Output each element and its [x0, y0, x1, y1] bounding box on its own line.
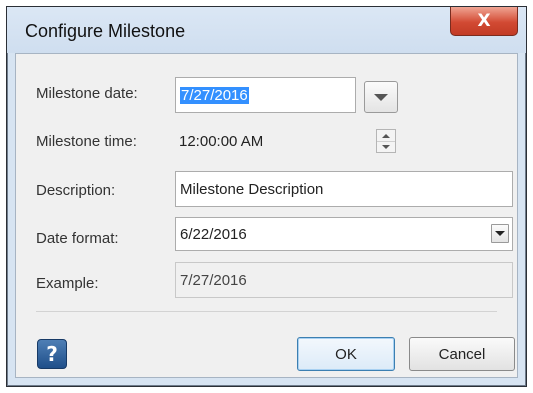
example-field: 7/27/2016	[175, 262, 513, 298]
example-label: Example:	[36, 275, 99, 292]
date-format-select[interactable]: 6/22/2016	[175, 217, 513, 251]
date-format-label: Date format:	[36, 230, 119, 247]
dialog-body: Milestone date: 7/27/2016 Milestone time…	[15, 53, 518, 378]
cancel-button-label: Cancel	[438, 345, 486, 363]
example-value: 7/27/2016	[180, 271, 247, 289]
date-format-value: 6/22/2016	[180, 225, 247, 243]
date-format-dropdown-button[interactable]	[491, 224, 509, 243]
milestone-time-label: Milestone time:	[36, 133, 137, 150]
screenshot-frame: { "window": { "title": "Configure Milest…	[0, 0, 533, 393]
dialog-title: Configure Milestone	[25, 21, 186, 41]
milestone-date-field[interactable]: 7/27/2016	[175, 77, 356, 113]
help-icon: ?	[46, 342, 58, 366]
help-button[interactable]: ?	[37, 339, 67, 369]
cancel-button[interactable]: Cancel	[409, 337, 515, 371]
milestone-date-value: 7/27/2016	[180, 86, 249, 104]
close-button[interactable]: X	[450, 7, 518, 36]
milestone-date-label: Milestone date:	[36, 85, 138, 102]
divider	[36, 311, 497, 312]
description-value: Milestone Description	[180, 180, 324, 198]
description-input[interactable]: Milestone Description	[175, 171, 513, 207]
ok-button[interactable]: OK	[297, 337, 395, 371]
chevron-down-icon	[382, 144, 390, 149]
chevron-down-icon	[374, 93, 388, 101]
milestone-time-value: 12:00:00 AM	[179, 132, 264, 150]
chevron-down-icon	[495, 231, 505, 236]
description-label: Description:	[36, 182, 116, 199]
title-bar[interactable]: Configure Milestone X	[7, 7, 526, 53]
spinner-down-button[interactable]	[377, 141, 395, 152]
milestone-time-field[interactable]: 12:00:00 AM	[175, 126, 380, 156]
dialog-window: Configure Milestone X Milestone date: 7/…	[6, 6, 527, 387]
ok-button-label: OK	[335, 345, 357, 363]
time-spinner[interactable]	[376, 129, 396, 153]
close-icon: X	[477, 11, 491, 31]
date-picker-button[interactable]	[364, 81, 398, 113]
chevron-up-icon	[382, 133, 390, 138]
